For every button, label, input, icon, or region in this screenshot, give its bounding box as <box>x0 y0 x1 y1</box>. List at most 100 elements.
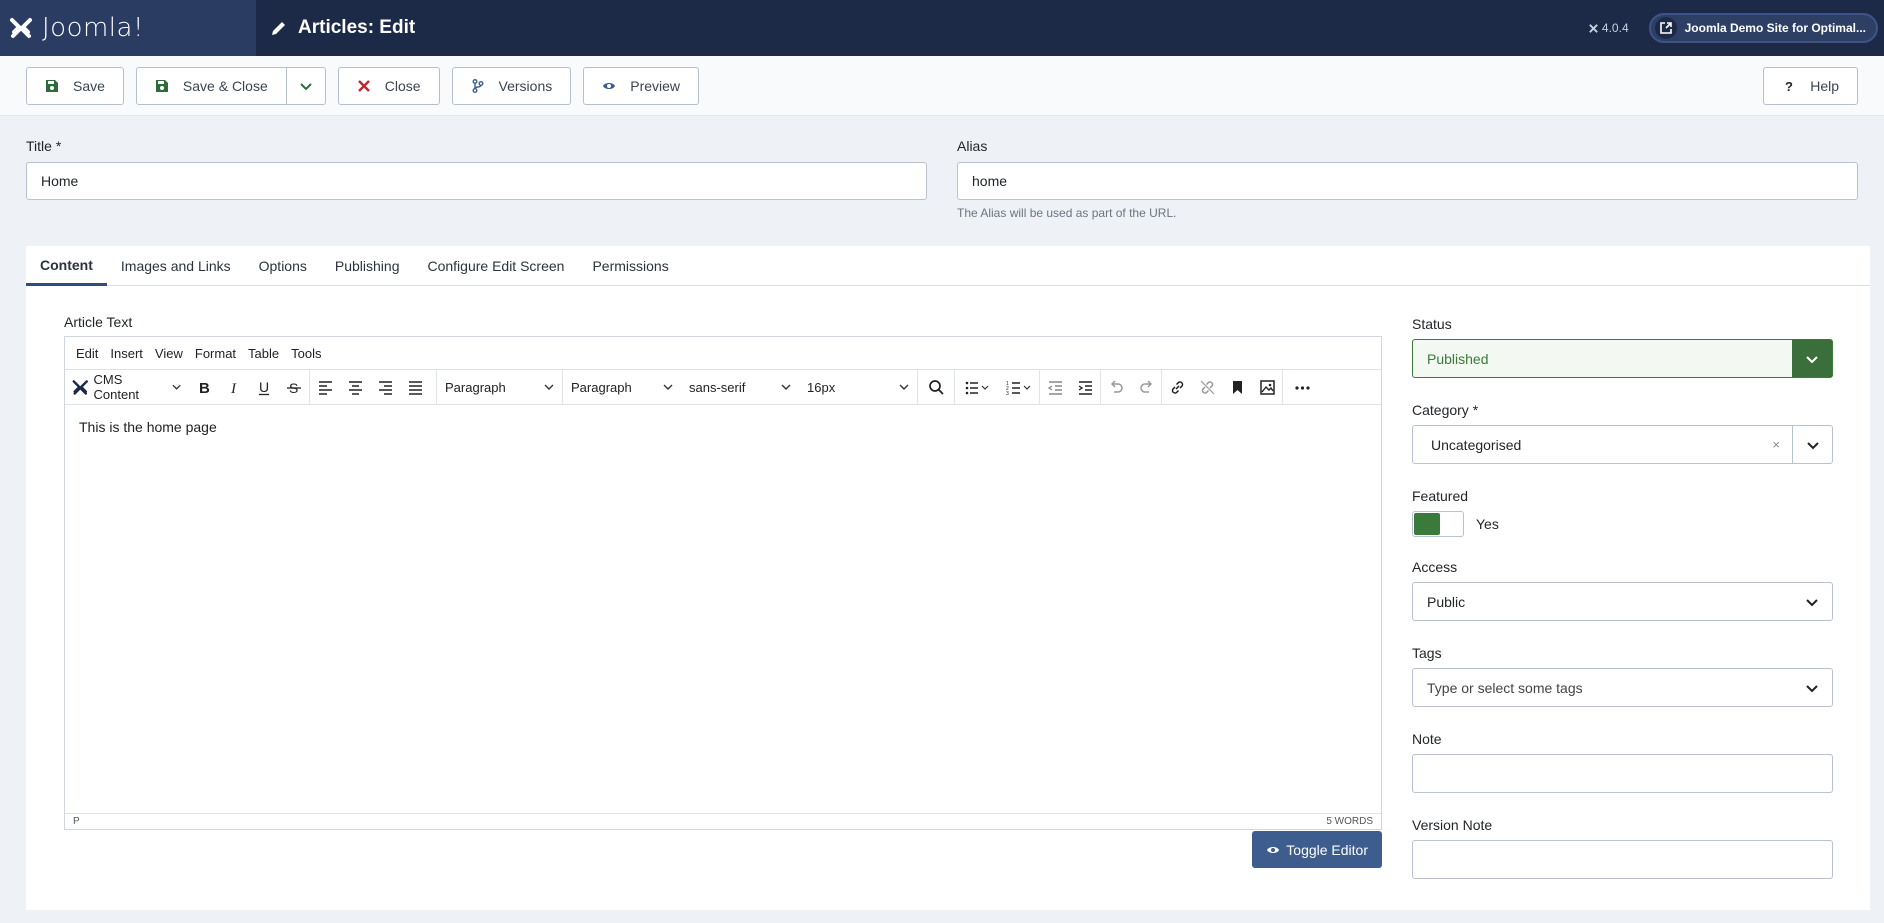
svg-text:U: U <box>259 379 269 395</box>
save-close-label: Save & Close <box>182 77 268 94</box>
align-left-button[interactable] <box>310 369 340 405</box>
status-select[interactable]: Published <box>1412 339 1833 378</box>
versions-button[interactable]: Versions <box>451 66 572 105</box>
joomla-logo[interactable]: Joomla! <box>0 0 256 56</box>
font-size-dropdown[interactable]: 16px <box>799 369 917 405</box>
align-right-icon <box>378 380 392 395</box>
editor-paragraph: This is the home page <box>79 419 217 435</box>
image-icon <box>1259 379 1275 395</box>
outdent-icon <box>1047 380 1062 395</box>
title-label: Title * <box>26 138 62 154</box>
element-path[interactable]: P <box>73 816 80 827</box>
undo-icon <box>1110 379 1123 393</box>
save-label: Save <box>73 77 105 94</box>
font-family-dropdown[interactable]: sans-serif <box>681 369 799 405</box>
bookmark-button[interactable] <box>1222 369 1252 405</box>
tags-label: Tags <box>1412 645 1442 661</box>
save-button[interactable]: Save <box>26 66 124 105</box>
version-note-input[interactable] <box>1412 840 1833 879</box>
align-justify-icon <box>408 380 422 395</box>
logo-text: Joomla! <box>42 13 144 43</box>
menu-edit[interactable]: Edit <box>76 346 98 361</box>
tab-configure-edit-screen[interactable]: Configure Edit Screen <box>413 246 578 286</box>
bold-button[interactable]: B <box>189 369 219 405</box>
page-title: Articles: Edit <box>270 17 415 39</box>
insert-link-button[interactable] <box>1162 369 1192 405</box>
cms-content-dropdown[interactable]: CMS Content <box>65 369 189 405</box>
undo-button[interactable] <box>1101 369 1131 405</box>
more-tools-button[interactable] <box>1283 369 1321 405</box>
chevron-down-icon <box>300 82 312 90</box>
bullet-list-button[interactable] <box>955 369 999 405</box>
chevron-down-icon <box>663 384 673 390</box>
toggle-editor-button[interactable]: Toggle Editor <box>1252 831 1382 868</box>
save-options-dropdown[interactable] <box>286 66 326 105</box>
tab-publishing[interactable]: Publishing <box>321 246 414 286</box>
editor-toolbar: CMS Content B I U S Paragraph Paragraph … <box>65 369 1381 405</box>
tab-permissions[interactable]: Permissions <box>578 246 682 286</box>
version-text: 4.0.4 <box>1601 21 1629 35</box>
page-title-text: Articles: Edit <box>298 17 416 38</box>
article-sidebar: Status Published Category * Uncategorise… <box>1412 316 1833 903</box>
access-select[interactable]: Public <box>1412 582 1833 621</box>
svg-text:3: 3 <box>1006 391 1009 396</box>
close-label: Close <box>384 77 421 94</box>
save-close-button[interactable]: Save & Close <box>135 66 287 105</box>
cms-content-label: CMS Content <box>93 372 140 402</box>
tab-content[interactable]: Content <box>26 246 107 286</box>
featured-label: Featured <box>1412 488 1469 504</box>
menu-view[interactable]: View <box>155 346 183 361</box>
paragraph-label: Paragraph <box>571 379 632 395</box>
app-header: Joomla! Articles: Edit 4.0.4 Joomla Demo… <box>0 0 1884 56</box>
menu-format[interactable]: Format <box>195 346 236 361</box>
align-center-icon <box>348 380 362 395</box>
strikethrough-button[interactable]: S <box>279 369 309 405</box>
editor-body[interactable]: This is the home page <box>65 405 1381 809</box>
close-button[interactable]: Close <box>337 66 440 105</box>
note-label: Note <box>1412 731 1442 747</box>
unlink-button[interactable] <box>1192 369 1222 405</box>
clear-icon[interactable]: × <box>1772 437 1780 452</box>
indent-button[interactable] <box>1070 369 1100 405</box>
chevron-down-icon <box>899 384 909 390</box>
numbered-list-button[interactable]: 123 <box>999 369 1039 405</box>
indent-icon <box>1078 380 1092 395</box>
tags-select[interactable]: Type or select some tags <box>1412 668 1833 707</box>
featured-value: Yes <box>1476 516 1499 532</box>
insert-image-button[interactable] <box>1252 369 1282 405</box>
redo-button[interactable] <box>1131 369 1161 405</box>
paragraph-dropdown[interactable]: Paragraph <box>563 369 681 405</box>
chevron-down-icon <box>1806 684 1818 692</box>
editor-menubar: Edit Insert View Format Table Tools <box>65 337 1381 369</box>
search-icon <box>928 379 944 395</box>
title-input[interactable]: Home <box>26 162 927 200</box>
note-input[interactable] <box>1412 754 1833 793</box>
search-replace-button[interactable] <box>918 369 954 405</box>
chevron-down-icon <box>1806 355 1818 363</box>
site-link-button[interactable]: Joomla Demo Site for Optimal... <box>1648 13 1878 43</box>
status-label: Status <box>1412 316 1452 332</box>
outdent-button[interactable] <box>1040 369 1070 405</box>
block-format-dropdown[interactable]: Paragraph <box>437 369 562 405</box>
underline-button[interactable]: U <box>249 369 279 405</box>
alias-input[interactable]: home <box>957 162 1858 200</box>
chevron-down-icon <box>781 384 791 390</box>
italic-button[interactable]: I <box>219 369 249 405</box>
help-button[interactable]: ? Help <box>1763 67 1858 105</box>
tab-images-and-links[interactable]: Images and Links <box>107 246 245 286</box>
align-right-button[interactable] <box>370 369 400 405</box>
font-family-label: sans-serif <box>689 379 746 395</box>
preview-button[interactable]: Preview <box>583 66 700 105</box>
category-label: Category * <box>1412 402 1479 418</box>
justify-button[interactable] <box>400 369 430 405</box>
menu-insert[interactable]: Insert <box>110 346 143 361</box>
menu-tools[interactable]: Tools <box>291 346 321 361</box>
tab-options[interactable]: Options <box>245 246 321 286</box>
unlink-icon <box>1200 380 1214 394</box>
align-center-button[interactable] <box>340 369 370 405</box>
category-select[interactable]: Uncategorised × <box>1412 425 1833 464</box>
menu-table[interactable]: Table <box>248 346 279 361</box>
code-branch-icon <box>472 78 484 93</box>
featured-toggle[interactable] <box>1412 511 1464 537</box>
more-horizontal-icon <box>1294 385 1310 390</box>
